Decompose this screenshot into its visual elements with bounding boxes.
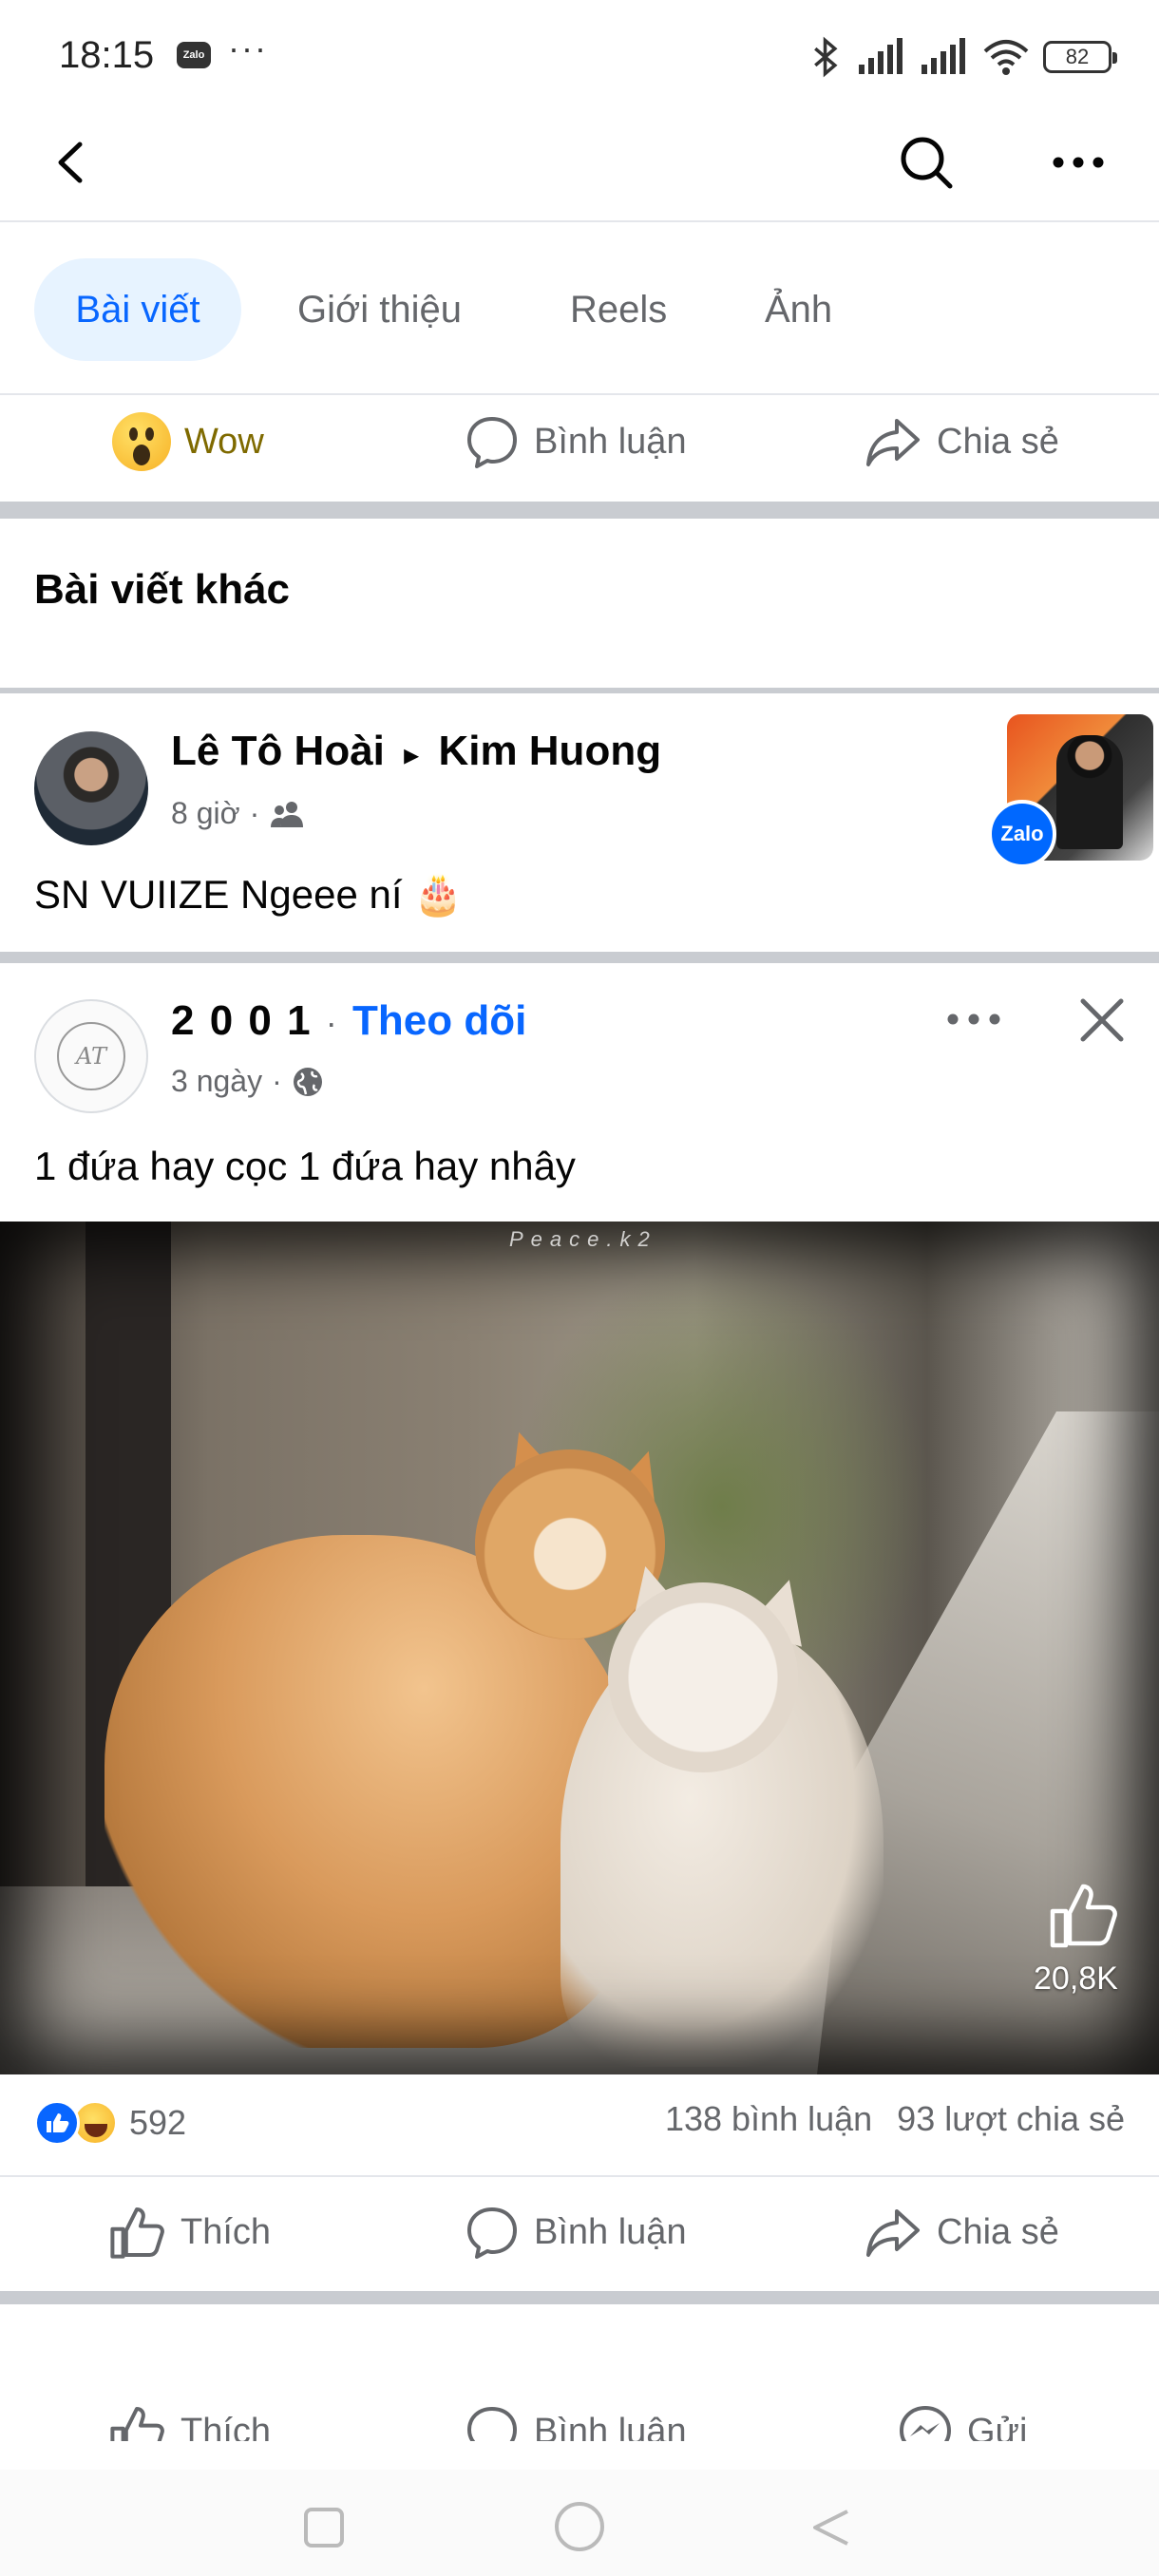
video-like-count: 20,8K [1034, 1960, 1118, 1997]
send-label: Gửi [967, 2411, 1028, 2442]
share-button[interactable]: Chia sẻ [863, 2179, 1059, 2285]
battery-icon: 82 [1043, 41, 1117, 73]
like-icon [110, 2407, 164, 2441]
zalo-badge-icon: Zalo [988, 800, 1056, 868]
tab-photos[interactable]: Ảnh [765, 258, 832, 361]
wifi-icon [983, 40, 1029, 75]
like-icon [110, 2207, 164, 2259]
stats-divider [0, 2175, 1159, 2177]
more-notifications-icon: ··· [228, 28, 268, 67]
post3-actions: Thích Bình luận Gửi [0, 2375, 1159, 2441]
post1-text: SN VUIIZE Ngeee ní 🎂 [34, 872, 464, 917]
comment-label: Bình luận [534, 2411, 687, 2442]
share-count[interactable]: 93 lượt chia sẻ [897, 2099, 1125, 2139]
back-icon[interactable] [38, 129, 104, 196]
status-time: 18:15 [59, 34, 155, 76]
globe-privacy-icon [293, 1067, 322, 1096]
section-divider-thin [0, 688, 1159, 693]
system-nav-bar [0, 2470, 1159, 2576]
prev-post-actions: Wow Bình luận Chia sẻ [0, 389, 1159, 494]
like-label: Thích [180, 2211, 272, 2252]
comment-icon [467, 2207, 517, 2259]
section-divider [0, 502, 1159, 519]
comment-label: Bình luận [534, 421, 687, 462]
page-avatar[interactable]: AT [34, 999, 148, 1113]
back-nav-icon[interactable] [808, 2504, 855, 2551]
post1-header: Lê Tô Hoài ▸ Kim Huong [171, 728, 661, 775]
comment-icon [467, 417, 517, 468]
share-label: Chia sẻ [937, 421, 1059, 462]
post1-target[interactable]: Kim Huong [438, 728, 661, 774]
post-divider [0, 952, 1159, 963]
follow-button[interactable]: Theo dõi [352, 997, 526, 1044]
signal-icon-2 [922, 38, 965, 74]
engagement-stats: 138 bình luận 93 lượt chia sẻ [665, 2099, 1125, 2139]
post1-author[interactable]: Lê Tô Hoài [171, 728, 385, 774]
share-button[interactable]: Chia sẻ [863, 389, 1059, 494]
share-icon [866, 2209, 920, 2257]
post1-time[interactable]: 8 giờ [171, 796, 240, 831]
wow-reaction-button[interactable]: Wow [112, 389, 264, 494]
comment-label: Bình luận [534, 2211, 687, 2252]
status-icons: 82 [809, 32, 1117, 82]
comment-button[interactable]: Bình luận [464, 2179, 687, 2285]
post2-actions: Thích Bình luận Chia sẻ [0, 2179, 1159, 2285]
like-label: Thích [180, 2411, 272, 2442]
signal-icon [859, 38, 902, 74]
wow-emoji-icon [112, 412, 171, 471]
status-bar: 18:15 Zalo ··· 82 [0, 0, 1159, 114]
post1-meta: 8 giờ · [171, 796, 305, 831]
post1-arrow: ▸ [404, 737, 420, 771]
section-title: Bài viết khác [34, 566, 291, 613]
close-icon[interactable] [1074, 992, 1130, 1049]
post2-text: 1 đứa hay cọc 1 đứa hay nhây [34, 1144, 576, 1188]
recents-icon[interactable] [300, 2504, 348, 2551]
post2-time[interactable]: 3 ngày [171, 1064, 262, 1099]
search-icon[interactable] [893, 129, 960, 196]
page-avatar-logo: AT [57, 1022, 125, 1090]
tab-reels[interactable]: Reels [570, 258, 667, 361]
post2-header: 2 0 0 1 · Theo dõi [171, 997, 526, 1045]
more-options-icon[interactable] [1045, 129, 1112, 196]
post2-author[interactable]: 2 0 0 1 [171, 997, 313, 1044]
share-icon [866, 419, 920, 466]
like-button[interactable]: Thích [106, 2179, 271, 2285]
comment-button[interactable]: Bình luận [464, 2378, 687, 2441]
comment-count[interactable]: 138 bình luận [665, 2099, 872, 2139]
wow-label: Wow [184, 421, 264, 462]
comment-icon [467, 2407, 517, 2441]
video-like-icon[interactable] [1045, 1877, 1121, 1953]
home-icon[interactable] [551, 2498, 608, 2555]
comment-button[interactable]: Bình luận [464, 389, 687, 494]
video-watermark: Peace.k2 [509, 1227, 657, 1251]
share-label: Chia sẻ [937, 2211, 1059, 2252]
reaction-summary[interactable]: 592 [34, 2094, 186, 2151]
post2-separator: · [325, 1003, 339, 1042]
author-avatar[interactable] [34, 731, 148, 845]
messenger-icon [899, 2405, 952, 2441]
profile-tabs: Bài viết Giới thiệu Reels Ảnh [0, 224, 1159, 395]
friends-privacy-icon [271, 801, 304, 827]
bluetooth-icon [814, 36, 838, 78]
thumbnail-person [1056, 735, 1123, 849]
post-divider [0, 2291, 1159, 2304]
reaction-count: 592 [129, 2103, 187, 2142]
tab-posts[interactable]: Bài viết [34, 258, 241, 361]
tab-about[interactable]: Giới thiệu [297, 258, 462, 361]
like-button[interactable]: Thích [106, 2378, 271, 2441]
top-app-bar [0, 114, 1159, 222]
zalo-notification-icon: Zalo [177, 42, 211, 68]
post2-meta: 3 ngày · [171, 1064, 324, 1099]
like-reaction-icon [34, 2100, 80, 2146]
send-button[interactable]: Gửi [897, 2378, 1027, 2441]
post-video[interactable]: Peace.k2 20,8K [0, 1222, 1159, 2074]
post-more-icon[interactable] [940, 995, 1007, 1043]
